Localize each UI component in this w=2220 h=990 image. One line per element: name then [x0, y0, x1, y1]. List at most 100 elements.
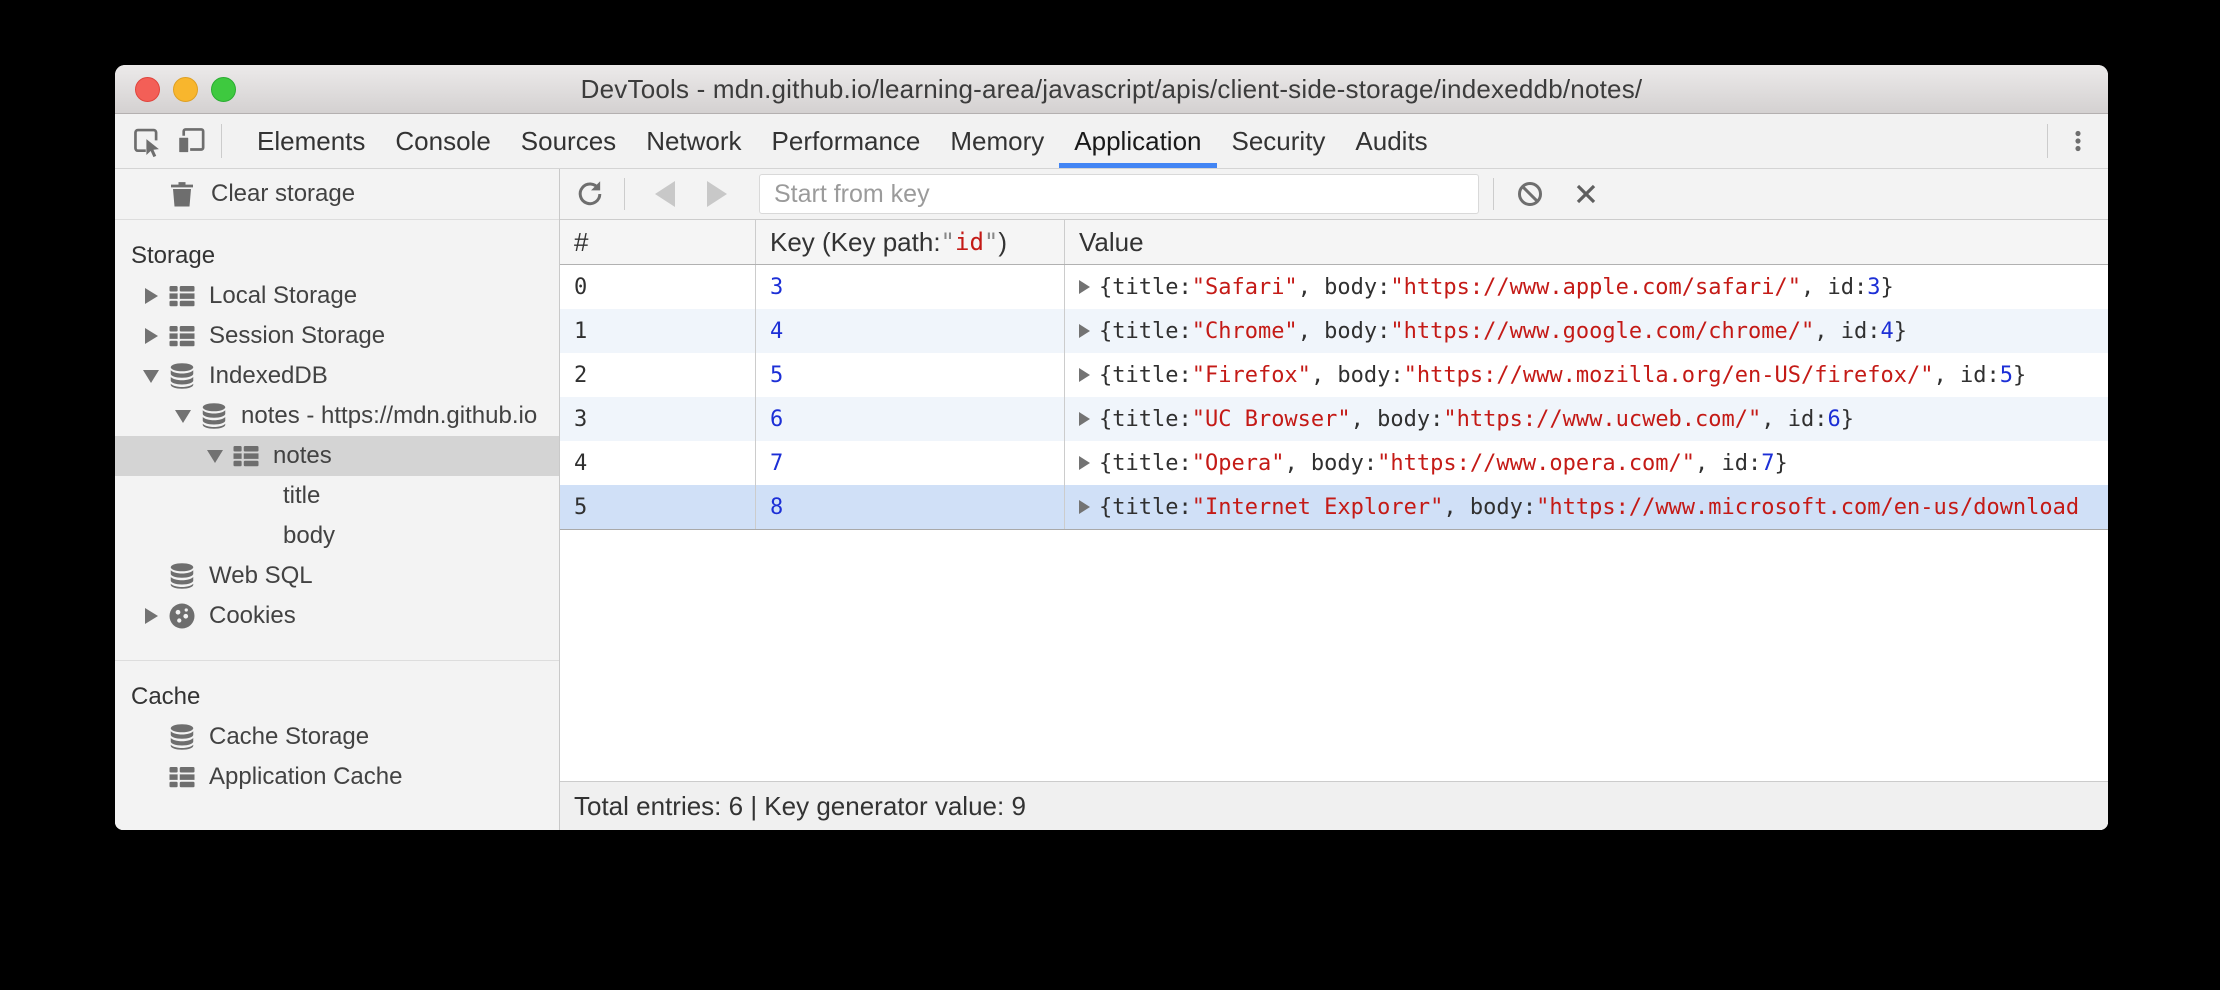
- table-icon: [231, 441, 261, 471]
- sidebar-item-label: Cache Storage: [209, 723, 369, 751]
- sidebar-item-label: Web SQL: [209, 562, 313, 590]
- close-window-button[interactable]: [135, 77, 160, 102]
- database-icon: [167, 722, 197, 752]
- row-index-cell[interactable]: 2: [560, 353, 756, 397]
- value-string: "https://www.apple.com/safari/": [1390, 275, 1801, 300]
- tab-memory[interactable]: Memory: [935, 114, 1059, 168]
- inspect-element-button[interactable]: [125, 114, 169, 168]
- database-icon: [167, 361, 197, 391]
- chevron-right-icon[interactable]: [135, 328, 167, 344]
- sidebar-item-local-storage[interactable]: Local Storage: [115, 276, 559, 316]
- expand-value-icon[interactable]: [1079, 456, 1090, 470]
- row-key-cell[interactable]: 7: [756, 441, 1065, 485]
- sidebar-item-cookies[interactable]: Cookies: [115, 596, 559, 636]
- column-header-index[interactable]: #: [560, 220, 756, 264]
- sidebar-item-label: Application Cache: [209, 763, 402, 791]
- row-index-cell[interactable]: 1: [560, 309, 756, 353]
- value-punctuation: , body:: [1298, 319, 1391, 344]
- value-punctuation: , id:: [1933, 363, 1999, 388]
- table-row[interactable]: 58{title: "Internet Explorer", body: "ht…: [560, 485, 2108, 530]
- value-string: "https://www.google.com/chrome/": [1390, 319, 1814, 344]
- expand-value-icon[interactable]: [1079, 368, 1090, 382]
- key-header-label: Key (Key path:: [770, 227, 941, 258]
- tab-security[interactable]: Security: [1217, 114, 1341, 168]
- sidebar-item-notes-https-mdn-github-io[interactable]: notes - https://mdn.github.io: [115, 396, 559, 436]
- sidebar-item-label: Cookies: [209, 602, 296, 630]
- delete-selected-button[interactable]: [1566, 174, 1606, 214]
- table-row[interactable]: 25{title: "Firefox", body: "https://www.…: [560, 353, 2108, 397]
- row-value-cell[interactable]: {title: "Opera", body: "https://www.oper…: [1065, 441, 2108, 485]
- row-value-cell[interactable]: {title: "UC Browser", body: "https://www…: [1065, 397, 2108, 441]
- tab-network[interactable]: Network: [631, 114, 756, 168]
- chevron-right-icon[interactable]: [135, 608, 167, 624]
- sidebar-item-label: body: [283, 522, 335, 550]
- zoom-window-button[interactable]: [211, 77, 236, 102]
- value-string: "https://www.opera.com/": [1377, 451, 1695, 476]
- row-key-cell[interactable]: 6: [756, 397, 1065, 441]
- panel-tabs: ElementsConsoleSourcesNetworkPerformance…: [242, 114, 1443, 168]
- row-value-cell[interactable]: {title: "Firefox", body: "https://www.mo…: [1065, 353, 2108, 397]
- tab-audits[interactable]: Audits: [1340, 114, 1442, 168]
- table-row[interactable]: 36{title: "UC Browser", body: "https://w…: [560, 397, 2108, 441]
- tab-performance[interactable]: Performance: [757, 114, 936, 168]
- column-header-key[interactable]: Key (Key path: "id"): [756, 220, 1065, 264]
- tab-console[interactable]: Console: [380, 114, 505, 168]
- application-panel: Clear storage StorageLocal StorageSessio…: [115, 169, 2108, 830]
- row-key-cell[interactable]: 4: [756, 309, 1065, 353]
- sidebar-item-web-sql[interactable]: Web SQL: [115, 556, 559, 596]
- sidebar-section-divider: [115, 660, 559, 661]
- table-row[interactable]: 47{title: "Opera", body: "https://www.op…: [560, 441, 2108, 485]
- expand-value-icon[interactable]: [1079, 412, 1090, 426]
- database-icon: [199, 401, 229, 431]
- data-grid-rows: 03{title: "Safari", body: "https://www.a…: [560, 265, 2108, 530]
- tab-application[interactable]: Application: [1059, 114, 1216, 168]
- next-page-button[interactable]: [697, 174, 737, 214]
- row-key-cell[interactable]: 3: [756, 265, 1065, 309]
- row-index-cell[interactable]: 0: [560, 265, 756, 309]
- chevron-down-icon[interactable]: [167, 410, 199, 423]
- prev-page-icon: [655, 181, 675, 207]
- minimize-window-button[interactable]: [173, 77, 198, 102]
- table-row[interactable]: 14{title: "Chrome", body: "https://www.g…: [560, 309, 2108, 353]
- sidebar-item-title[interactable]: title: [115, 476, 559, 516]
- key-path: id: [955, 228, 984, 256]
- tab-elements[interactable]: Elements: [242, 114, 380, 168]
- object-store-toolbar: [560, 169, 2108, 220]
- row-index-cell[interactable]: 3: [560, 397, 756, 441]
- tab-sources[interactable]: Sources: [506, 114, 631, 168]
- row-index-cell[interactable]: 4: [560, 441, 756, 485]
- row-key-cell[interactable]: 8: [756, 485, 1065, 529]
- row-value-cell[interactable]: {title: "Internet Explorer", body: "http…: [1065, 485, 2108, 529]
- sidebar-item-application-cache[interactable]: Application Cache: [115, 757, 559, 797]
- refresh-button[interactable]: [570, 174, 610, 214]
- row-index-cell[interactable]: 5: [560, 485, 756, 529]
- title-bar[interactable]: DevTools - mdn.github.io/learning-area/j…: [115, 65, 2108, 114]
- sidebar-item-clear-storage[interactable]: Clear storage: [115, 169, 559, 220]
- expand-value-icon[interactable]: [1079, 500, 1090, 514]
- value-punctuation: , body:: [1443, 495, 1536, 520]
- row-value-cell[interactable]: {title: "Safari", body: "https://www.app…: [1065, 265, 2108, 309]
- sidebar-item-label: Session Storage: [209, 322, 385, 350]
- row-value-cell[interactable]: {title: "Chrome", body: "https://www.goo…: [1065, 309, 2108, 353]
- clear-object-store-button[interactable]: [1510, 174, 1550, 214]
- expand-value-icon[interactable]: [1079, 280, 1090, 294]
- expand-value-icon[interactable]: [1079, 324, 1090, 338]
- chevron-right-icon[interactable]: [135, 288, 167, 304]
- column-header-value[interactable]: Value: [1065, 220, 2108, 264]
- table-row[interactable]: 03{title: "Safari", body: "https://www.a…: [560, 265, 2108, 309]
- sidebar-item-label: title: [283, 482, 320, 510]
- value-punctuation: , id:: [1801, 275, 1867, 300]
- start-from-key-input[interactable]: [759, 174, 1479, 214]
- sidebar-item-indexeddb[interactable]: IndexedDB: [115, 356, 559, 396]
- toggle-device-toolbar-button[interactable]: [169, 114, 213, 168]
- chevron-down-icon[interactable]: [135, 370, 167, 383]
- chevron-down-icon[interactable]: [199, 450, 231, 463]
- sidebar-item-cache-storage[interactable]: Cache Storage: [115, 717, 559, 757]
- sidebar-item-notes[interactable]: notes: [115, 436, 559, 476]
- previous-page-button[interactable]: [645, 174, 685, 214]
- data-grid-filler[interactable]: [560, 530, 2108, 781]
- row-key-cell[interactable]: 5: [756, 353, 1065, 397]
- sidebar-item-body[interactable]: body: [115, 516, 559, 556]
- more-options-button[interactable]: [2056, 114, 2100, 168]
- sidebar-item-session-storage[interactable]: Session Storage: [115, 316, 559, 356]
